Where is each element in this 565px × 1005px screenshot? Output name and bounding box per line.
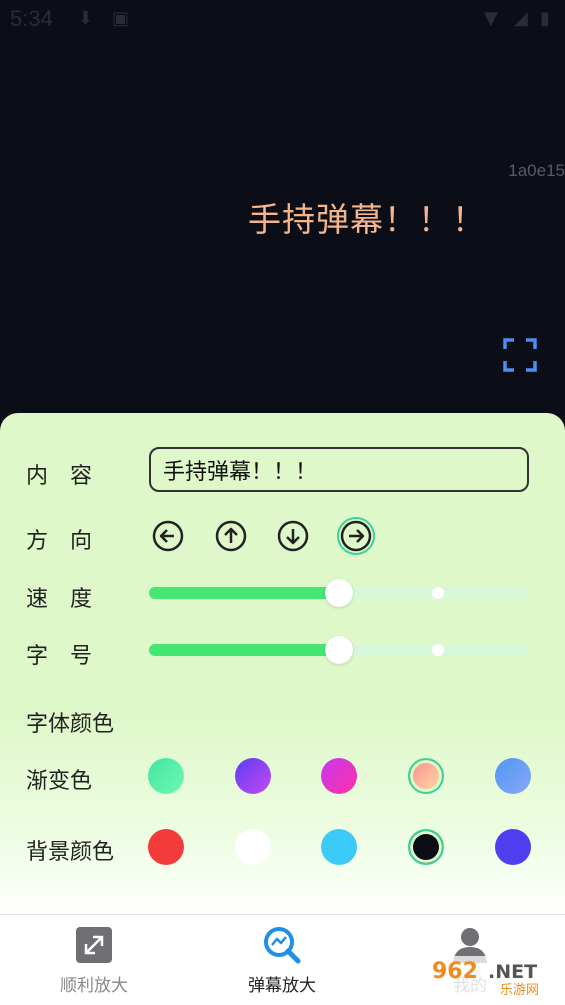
- content-label: 内 容: [26, 464, 93, 489]
- speed-slider-thumb[interactable]: [325, 579, 353, 607]
- speed-slider[interactable]: [149, 579, 529, 607]
- gradient-swatch-4[interactable]: [408, 758, 444, 794]
- direction-up-icon[interactable]: [215, 520, 247, 552]
- status-time: 5:34: [10, 6, 53, 31]
- direction-left-icon[interactable]: [152, 520, 184, 552]
- svg-text:.NET: .NET: [488, 961, 537, 983]
- signal-icon: ◢: [514, 8, 528, 29]
- svg-text:乐游网: 乐游网: [500, 983, 539, 998]
- speed-slider-marker: [431, 587, 444, 599]
- direction-label: 方 向: [26, 529, 93, 554]
- size-slider-thumb[interactable]: [325, 636, 353, 664]
- danmaku-stage: 1a0e15 手持弹幕！！！: [0, 36, 565, 416]
- download-icon: ⬇: [78, 8, 94, 29]
- size-label: 字 号: [26, 644, 93, 669]
- danmaku-preview-text: 手持弹幕！！！: [248, 200, 486, 239]
- magnifier-chart-icon: [264, 927, 301, 964]
- bg-color-label: 背景颜色: [26, 840, 115, 865]
- settings-panel: 内 容 方 向 速 度 字 号 字体颜色 渐变色 背景颜色: [0, 413, 565, 914]
- expand-icon: [76, 927, 112, 963]
- size-slider-marker: [431, 644, 444, 656]
- speed-label: 速 度: [26, 587, 93, 612]
- gradient-swatch-5[interactable]: [495, 758, 531, 794]
- gradient-swatch-3[interactable]: [321, 758, 357, 794]
- notification-icon: ▣: [112, 8, 130, 29]
- bg-color-swatch-3[interactable]: [321, 829, 357, 865]
- nav-label: 顺利放大: [60, 976, 128, 996]
- content-input[interactable]: [149, 447, 529, 492]
- speed-slider-fill: [149, 587, 339, 599]
- font-color-label: 字体颜色: [26, 712, 115, 737]
- nav-item-danmaku-zoom[interactable]: 弹幕放大: [188, 915, 376, 1005]
- svg-text:962: 962: [432, 959, 478, 984]
- bg-color-swatch-4[interactable]: [408, 829, 444, 865]
- font-size-slider[interactable]: [149, 636, 529, 664]
- direction-right-icon[interactable]: [337, 517, 375, 555]
- status-bar: 5:34 ⬇ ▣ ▼ ◢ ▮: [0, 0, 565, 36]
- battery-icon: ▮: [540, 8, 550, 29]
- size-slider-fill: [149, 644, 339, 656]
- gradient-swatch-2[interactable]: [235, 758, 271, 794]
- bg-color-swatch-5[interactable]: [495, 829, 531, 865]
- fullscreen-icon[interactable]: [503, 338, 537, 372]
- watermark-logo: 962 .NET 乐游网: [428, 956, 558, 998]
- gradient-label: 渐变色: [26, 769, 93, 794]
- bg-color-swatch-2[interactable]: [235, 829, 271, 865]
- direction-down-icon[interactable]: [277, 520, 309, 552]
- nav-label: 弹幕放大: [248, 976, 316, 996]
- wifi-icon: ▼: [484, 8, 498, 29]
- bg-color-swatch-1[interactable]: [148, 829, 184, 865]
- id-label: 1a0e15: [508, 161, 565, 180]
- gradient-swatch-1[interactable]: [148, 758, 184, 794]
- nav-item-smooth-zoom[interactable]: 顺利放大: [0, 915, 188, 1005]
